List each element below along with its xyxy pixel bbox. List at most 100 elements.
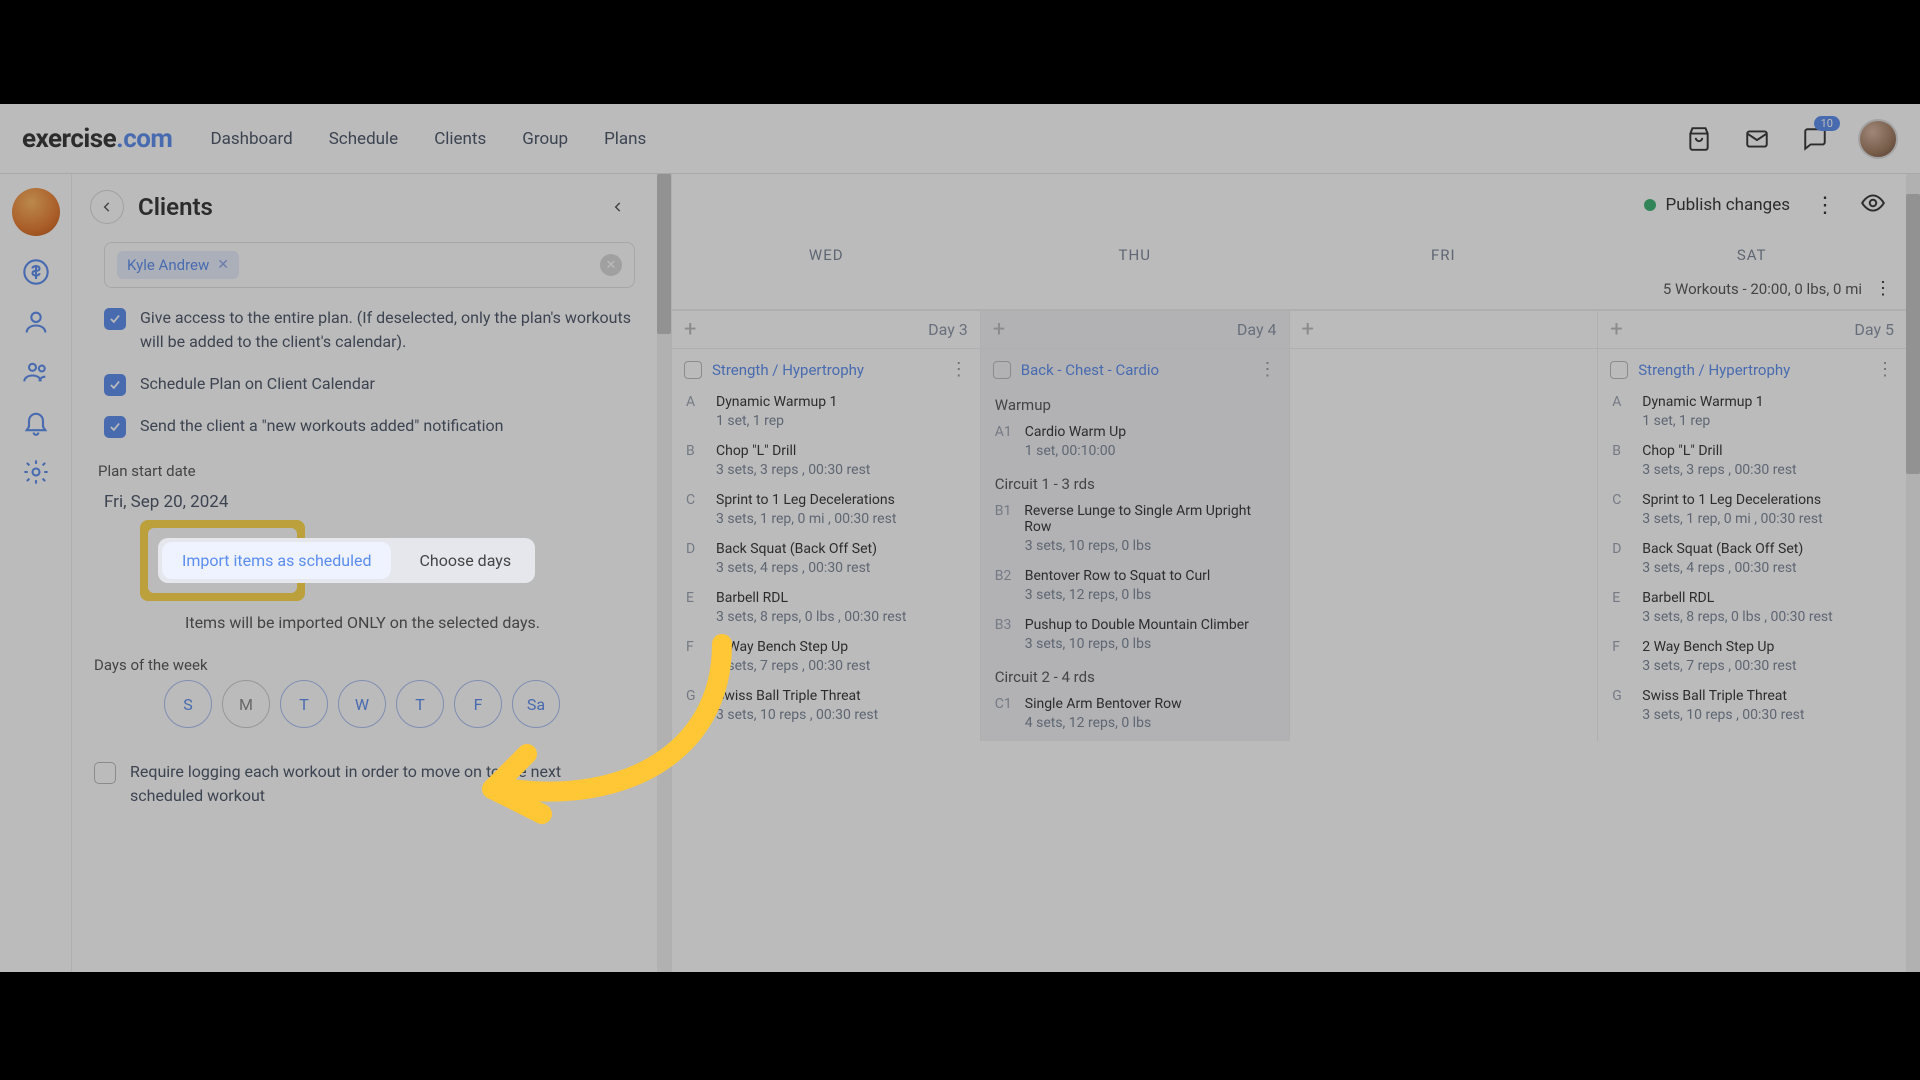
exercise-index: B [1612, 443, 1630, 459]
option-require-label: Require logging each workout in order to… [130, 760, 635, 808]
exercise-item[interactable]: BChop "L" Drill3 sets, 3 reps , 00:30 re… [672, 439, 980, 488]
exercise-item[interactable]: A1Cardio Warm Up1 set, 00:10:00 [981, 420, 1289, 469]
content-scrollbar-thumb[interactable] [1906, 194, 1920, 474]
exercise-item[interactable]: F2 Way Bench Step Up3 sets, 7 reps , 00:… [672, 635, 980, 684]
workout-checkbox[interactable] [993, 361, 1011, 379]
exercise-item[interactable]: ADynamic Warmup 11 set, 1 rep [1598, 390, 1906, 439]
exercise-index: C [686, 492, 704, 508]
exercise-item[interactable]: GSwiss Ball Triple Threat3 sets, 10 reps… [1598, 684, 1906, 733]
exercise-item[interactable]: CSprint to 1 Leg Decelerations3 sets, 1 … [1598, 488, 1906, 537]
checkbox-require-logging[interactable] [94, 762, 116, 784]
day-sat[interactable]: Sa [512, 680, 560, 728]
add-workout-button[interactable]: + [1302, 317, 1314, 342]
client-chip[interactable]: Kyle Andrew ✕ [117, 251, 239, 279]
calendar-column: + Day 4 Back - Chest - Cardio ⋮ WarmupA1Card… [981, 311, 1290, 741]
day-sun[interactable]: S [164, 680, 212, 728]
exercise-item[interactable]: BChop "L" Drill3 sets, 3 reps , 00:30 re… [1598, 439, 1906, 488]
exercise-item[interactable]: C1Single Arm Bentover Row4 sets, 12 reps… [981, 692, 1289, 741]
panel-scrollbar-thumb[interactable] [657, 174, 671, 334]
exercise-item[interactable]: EBarbell RDL3 sets, 8 reps, 0 lbs , 00:3… [672, 586, 980, 635]
publish-button[interactable]: Publish changes [1644, 195, 1791, 215]
mail-icon[interactable] [1742, 124, 1772, 154]
nav-group[interactable]: Group [522, 129, 568, 149]
exercise-detail: 4 sets, 12 reps, 0 lbs [1025, 715, 1275, 731]
day-number-label: Day 4 [1237, 320, 1277, 339]
workout-checkbox[interactable] [684, 361, 702, 379]
client-selector[interactable]: Kyle Andrew ✕ ✕ [104, 242, 635, 288]
exercise-index: C [1612, 492, 1630, 508]
kebab-menu-button[interactable]: ⋮ [1814, 193, 1836, 218]
letterbox-top [0, 0, 1920, 104]
day-thu[interactable]: T [396, 680, 444, 728]
exercise-name: Sprint to 1 Leg Decelerations [716, 492, 895, 508]
nav-clients[interactable]: Clients [434, 129, 486, 149]
exercise-detail: 3 sets, 10 reps, 0 lbs [1025, 538, 1275, 554]
panel-header: Clients [90, 190, 635, 224]
person-icon[interactable] [22, 308, 50, 336]
exercise-name: Pushup to Double Mountain Climber [1025, 617, 1249, 633]
calendar-day-headers: WED THU FRI SAT [672, 246, 1906, 264]
checkbox-notify[interactable] [104, 416, 126, 438]
exercise-item[interactable]: GSwiss Ball Triple Threat3 sets, 10 reps… [672, 684, 980, 733]
workout-title[interactable]: Strength / Hypertrophy [712, 361, 940, 379]
nav-schedule[interactable]: Schedule [329, 129, 398, 149]
preview-button[interactable] [1860, 190, 1886, 220]
workout-header: Strength / Hypertrophy ⋮ [1598, 349, 1906, 390]
exercise-item[interactable]: CSprint to 1 Leg Decelerations3 sets, 1 … [672, 488, 980, 537]
dollar-icon[interactable] [22, 258, 50, 286]
option-access-label: Give access to the entire plan. (If dese… [140, 306, 635, 354]
checkbox-schedule[interactable] [104, 374, 126, 396]
calendar-columns: +Day 3Strength / Hypertrophy⋮ADynamic Wa… [672, 310, 1906, 741]
clear-all-chips-button[interactable]: ✕ [600, 254, 622, 276]
day-fri[interactable]: F [454, 680, 502, 728]
nav-dashboard[interactable]: Dashboard [210, 129, 292, 149]
add-workout-button[interactable]: + [1610, 317, 1622, 342]
workout-title[interactable]: Back - Chest - Cardio [1021, 361, 1249, 379]
exercise-item[interactable]: B1Reverse Lunge to Single Arm Upright Ro… [981, 499, 1289, 564]
day-mon[interactable]: M [222, 680, 270, 728]
week-kebab-button[interactable]: ⋮ [1874, 278, 1892, 299]
chip-remove-icon[interactable]: ✕ [217, 257, 229, 273]
back-button[interactable] [90, 190, 124, 224]
day-tue[interactable]: T [280, 680, 328, 728]
day-header: FRI [1289, 246, 1598, 264]
shopping-bag-icon[interactable] [1684, 124, 1714, 154]
tab-import-scheduled[interactable]: Import items as scheduled [162, 542, 391, 579]
nav-links: Dashboard Schedule Clients Group Plans [210, 129, 646, 149]
exercise-index: E [686, 590, 704, 606]
day-wed[interactable]: W [338, 680, 386, 728]
exercise-item[interactable]: DBack Squat (Back Off Set)3 sets, 4 reps… [1598, 537, 1906, 586]
exercise-item[interactable]: DBack Squat (Back Off Set)3 sets, 4 reps… [672, 537, 980, 586]
collapse-panel-button[interactable] [601, 190, 635, 224]
add-workout-button[interactable]: + [684, 317, 696, 342]
logo[interactable]: exercise.com [22, 124, 172, 154]
add-workout-button[interactable]: + [993, 317, 1005, 342]
exercise-item[interactable]: F2 Way Bench Step Up3 sets, 7 reps , 00:… [1598, 635, 1906, 684]
workout-kebab-button[interactable]: ⋮ [1259, 359, 1277, 380]
tab-choose-days[interactable]: Choose days [395, 538, 535, 583]
start-date-value[interactable]: Fri, Sep 20, 2024 [104, 492, 635, 512]
user-avatar[interactable] [1858, 119, 1898, 159]
week-summary-row: 5 Workouts - 20:00, 0 lbs, 0 mi ⋮ [672, 264, 1906, 310]
exercise-group-label: Warmup [981, 390, 1289, 420]
chat-icon[interactable]: 10 [1800, 124, 1830, 154]
bell-icon[interactable] [22, 408, 50, 436]
workout-kebab-button[interactable]: ⋮ [950, 359, 968, 380]
exercise-item[interactable]: EBarbell RDL3 sets, 8 reps, 0 lbs , 00:3… [1598, 586, 1906, 635]
gear-icon[interactable] [22, 458, 50, 486]
letterbox-bottom [0, 972, 1920, 1080]
checkbox-access[interactable] [104, 308, 126, 330]
exercise-item[interactable]: B2Bentover Row to Squat to Curl3 sets, 1… [981, 564, 1289, 613]
option-schedule-label: Schedule Plan on Client Calendar [140, 372, 375, 396]
exercise-item[interactable]: B3Pushup to Double Mountain Climber3 set… [981, 613, 1289, 662]
option-row: Require logging each workout in order to… [94, 760, 635, 808]
workout-kebab-button[interactable]: ⋮ [1876, 359, 1894, 380]
rail-avatar[interactable] [12, 188, 60, 236]
exercise-name: 2 Way Bench Step Up [1642, 639, 1774, 655]
workout-checkbox[interactable] [1610, 361, 1628, 379]
nav-plans[interactable]: Plans [604, 129, 646, 149]
exercise-name: Back Squat (Back Off Set) [716, 541, 877, 557]
exercise-item[interactable]: ADynamic Warmup 11 set, 1 rep [672, 390, 980, 439]
workout-title[interactable]: Strength / Hypertrophy [1638, 361, 1866, 379]
group-icon[interactable] [22, 358, 50, 386]
